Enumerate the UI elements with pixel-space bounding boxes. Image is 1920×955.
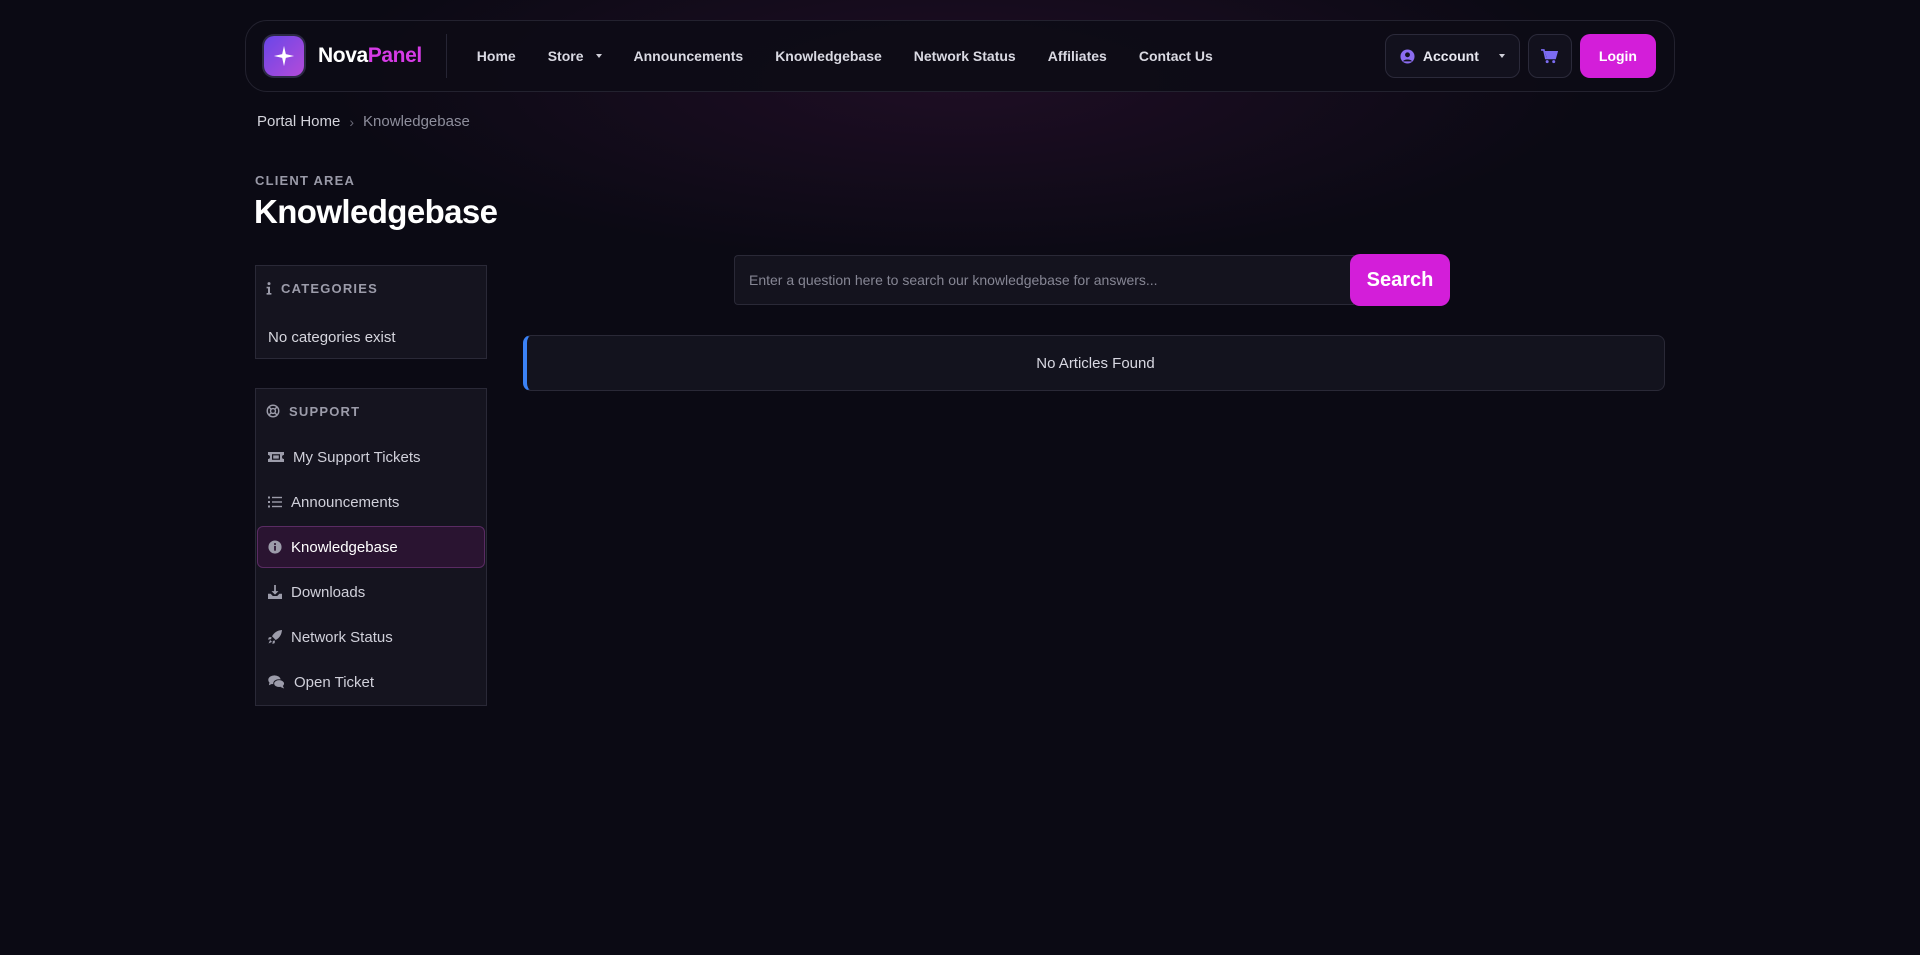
top-navbar: NovaPanel Home Store Announcements Knowl… [245, 20, 1675, 92]
account-dropdown-button[interactable]: Account [1384, 34, 1520, 78]
cart-button[interactable] [1527, 34, 1572, 78]
brand-name-first: Nova [318, 44, 368, 67]
support-panel: SUPPORT My Support Tickets Announcements… [255, 388, 487, 706]
nav-affiliates[interactable]: Affiliates [1032, 48, 1123, 64]
sidebar-item-my-support-tickets[interactable]: My Support Tickets [257, 436, 485, 478]
nav-actions: Account Login [1384, 34, 1656, 78]
sidebar-item-label: Network Status [291, 628, 393, 646]
lifebuoy-icon [266, 404, 280, 418]
no-articles-alert: No Articles Found [523, 335, 1665, 391]
sidebar-item-label: Open Ticket [294, 673, 375, 691]
categories-panel: CATEGORIES No categories exist [255, 265, 487, 359]
categories-title: CATEGORIES [281, 280, 378, 296]
chevron-right-icon: › [349, 113, 355, 130]
brand[interactable]: NovaPanel [264, 34, 447, 78]
nav-links: Home Store Announcements Knowledgebase N… [461, 48, 1229, 64]
user-circle-icon [1400, 48, 1415, 64]
page-eyebrow: CLIENT AREA [255, 173, 356, 188]
sidebar-item-label: Knowledgebase [291, 538, 398, 556]
sidebar-item-announcements[interactable]: Announcements [257, 481, 485, 523]
sidebar-item-network-status[interactable]: Network Status [257, 616, 485, 658]
brand-name-second: Panel [367, 44, 422, 67]
knowledgebase-search-form: Search [734, 254, 1450, 306]
cart-icon [1541, 48, 1559, 63]
categories-header: CATEGORIES [256, 266, 486, 310]
nav-home[interactable]: Home [461, 48, 532, 64]
info-circle-icon [268, 540, 282, 554]
chevron-down-icon [1498, 54, 1505, 58]
nav-store-label: Store [547, 48, 584, 64]
page-title: Knowledgebase [254, 193, 498, 230]
sidebar-item-label: Downloads [291, 583, 366, 601]
sidebar-item-label: Announcements [291, 493, 400, 511]
comments-icon [268, 675, 285, 689]
sidebar-item-label: My Support Tickets [293, 448, 421, 466]
brand-name: NovaPanel [318, 44, 422, 68]
chevron-down-icon [595, 54, 602, 58]
info-icon [266, 281, 272, 295]
nav-contact-us[interactable]: Contact Us [1123, 48, 1229, 64]
nav-store[interactable]: Store [532, 48, 618, 64]
sidebar-item-downloads[interactable]: Downloads [257, 571, 485, 613]
login-button[interactable]: Login [1579, 34, 1656, 78]
list-icon [268, 496, 282, 508]
breadcrumb: Portal Home › Knowledgebase [257, 113, 470, 130]
support-header: SUPPORT [256, 389, 486, 433]
no-articles-message: No Articles Found [1036, 354, 1155, 372]
sidebar-item-open-ticket[interactable]: Open Ticket [257, 661, 485, 703]
search-button[interactable]: Search [1350, 254, 1450, 306]
nav-knowledgebase[interactable]: Knowledgebase [759, 48, 898, 64]
nav-network-status[interactable]: Network Status [898, 48, 1032, 64]
sparkle-logo-icon [264, 36, 304, 76]
categories-empty-message: No categories exist [268, 329, 396, 346]
download-icon [268, 585, 282, 599]
nav-announcements[interactable]: Announcements [618, 48, 760, 64]
breadcrumb-current: Knowledgebase [363, 113, 470, 130]
knowledgebase-search-input[interactable] [734, 255, 1354, 305]
breadcrumb-portal-home[interactable]: Portal Home [257, 113, 340, 130]
support-title: SUPPORT [289, 403, 361, 419]
ticket-icon [268, 452, 284, 462]
rocket-icon [268, 630, 282, 644]
account-label: Account [1422, 48, 1479, 64]
sidebar-item-knowledgebase[interactable]: Knowledgebase [257, 526, 485, 568]
